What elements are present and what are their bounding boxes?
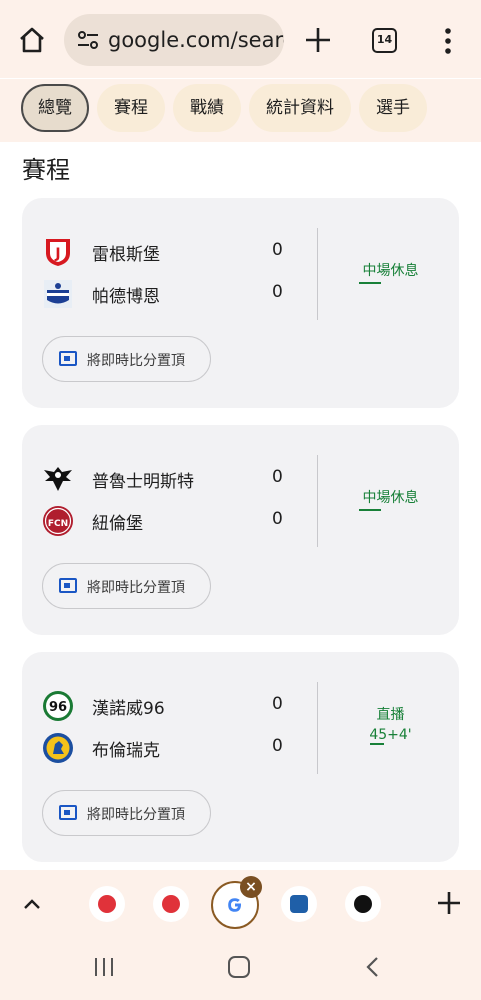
match-status: 直播 45+4': [322, 704, 459, 745]
chip-results[interactable]: 戰績: [173, 84, 241, 132]
match-status: 中場休息: [322, 260, 459, 284]
team-score: 0: [272, 240, 283, 260]
divider: [317, 682, 318, 774]
home-team-row: J 雷根斯堡 0: [42, 236, 292, 268]
site-favicon-icon: [98, 895, 116, 913]
tab-thumbnail[interactable]: [89, 886, 125, 922]
pin-label: 將即時比分置頂: [87, 807, 185, 823]
status-underline: [370, 743, 384, 745]
site-settings-icon[interactable]: [76, 28, 100, 52]
tab-thumbnail[interactable]: [345, 886, 381, 922]
match-card[interactable]: 普魯士明斯特 0 FCN 紐倫堡 0 中場休息 將即時比分置頂: [22, 425, 459, 635]
new-tab-icon[interactable]: [303, 25, 333, 55]
chip-players[interactable]: 選手: [359, 84, 427, 132]
site-favicon-icon: [162, 895, 180, 913]
team-score: 0: [272, 467, 283, 487]
back-icon[interactable]: [358, 955, 388, 979]
svg-text:J: J: [54, 246, 60, 262]
pin-live-score-button[interactable]: 將即時比分置頂: [42, 790, 211, 836]
picture-in-picture-icon: [59, 578, 77, 593]
nuernberg-logo: FCN: [43, 506, 73, 536]
picture-in-picture-icon: [59, 805, 77, 820]
home-nav-icon[interactable]: [224, 955, 254, 979]
address-bar[interactable]: google.com/searc: [64, 14, 284, 66]
svg-text:96: 96: [49, 700, 67, 715]
divider: [317, 455, 318, 547]
pin-label: 將即時比分置頂: [87, 353, 185, 369]
home-team-row: 普魯士明斯特 0: [42, 463, 292, 495]
team-name: 帕德博恩: [92, 287, 160, 307]
team-name: 漢諾威96: [92, 699, 165, 719]
status-underline: [359, 509, 381, 511]
system-nav-bar: [0, 930, 481, 1000]
status-text: 中場休息: [362, 263, 419, 279]
more-menu-icon[interactable]: [440, 26, 456, 56]
team-score: 0: [272, 736, 283, 756]
pin-label: 將即時比分置頂: [87, 580, 185, 596]
team-score: 0: [272, 694, 283, 714]
chip-statistics[interactable]: 統計資料: [249, 84, 351, 132]
team-name: 普魯士明斯特: [92, 472, 194, 492]
home-team-row: 96 漢諾威96 0: [42, 690, 292, 722]
jahn-regensburg-logo: J: [46, 239, 70, 266]
match-card[interactable]: J 雷根斯堡 0 帕德博恩 0 中場休息 將即時比分置頂: [22, 198, 459, 408]
status-underline: [359, 282, 381, 284]
url-text: google.com/searc: [108, 28, 284, 52]
divider: [317, 228, 318, 320]
hannover-96-logo: 96: [43, 691, 73, 721]
braunschweig-logo: [43, 733, 73, 763]
status-text: 直播: [376, 707, 405, 723]
match-status: 中場休息: [322, 487, 459, 511]
preussen-muenster-logo: [44, 467, 72, 491]
tab-switcher-button[interactable]: 14: [372, 28, 397, 53]
pin-live-score-button[interactable]: 將即時比分置頂: [42, 336, 211, 382]
google-g-icon: [228, 898, 242, 912]
tab-thumbnail[interactable]: [281, 886, 317, 922]
team-name: 紐倫堡: [92, 514, 143, 534]
close-tab-icon[interactable]: ×: [240, 876, 262, 898]
team-score: 0: [272, 509, 283, 529]
chevron-up-icon[interactable]: [20, 892, 44, 916]
home-icon[interactable]: [16, 24, 48, 56]
chip-schedule[interactable]: 賽程: [97, 84, 165, 132]
recent-apps-icon[interactable]: [89, 955, 119, 979]
tab-thumbnail[interactable]: [153, 886, 189, 922]
picture-in-picture-icon: [59, 351, 77, 366]
away-team-row: FCN 紐倫堡 0: [42, 505, 292, 537]
section-title: 賽程: [22, 156, 70, 184]
match-minute: 45+4': [369, 727, 412, 743]
team-name: 布倫瑞克: [92, 741, 160, 761]
match-card[interactable]: 96 漢諾威96 0 布倫瑞克 0 直播 45+4' 將即時比分置頂: [22, 652, 459, 862]
away-team-row: 布倫瑞克 0: [42, 732, 292, 764]
away-team-row: 帕德博恩 0: [42, 278, 292, 310]
site-favicon-icon: [290, 895, 308, 913]
paderborn-logo: [44, 280, 72, 308]
chip-overview[interactable]: 總覽: [21, 84, 89, 132]
globe-icon: [354, 895, 372, 913]
team-name: 雷根斯堡: [92, 245, 160, 265]
team-score: 0: [272, 282, 283, 302]
browser-toolbar: google.com/searc 14: [0, 0, 481, 78]
svg-text:FCN: FCN: [48, 519, 68, 529]
add-tab-icon[interactable]: [436, 890, 462, 916]
status-text: 中場休息: [362, 490, 419, 506]
pin-live-score-button[interactable]: 將即時比分置頂: [42, 563, 211, 609]
filter-chip-bar: 總覽 賽程 戰績 統計資料 選手: [0, 79, 481, 142]
